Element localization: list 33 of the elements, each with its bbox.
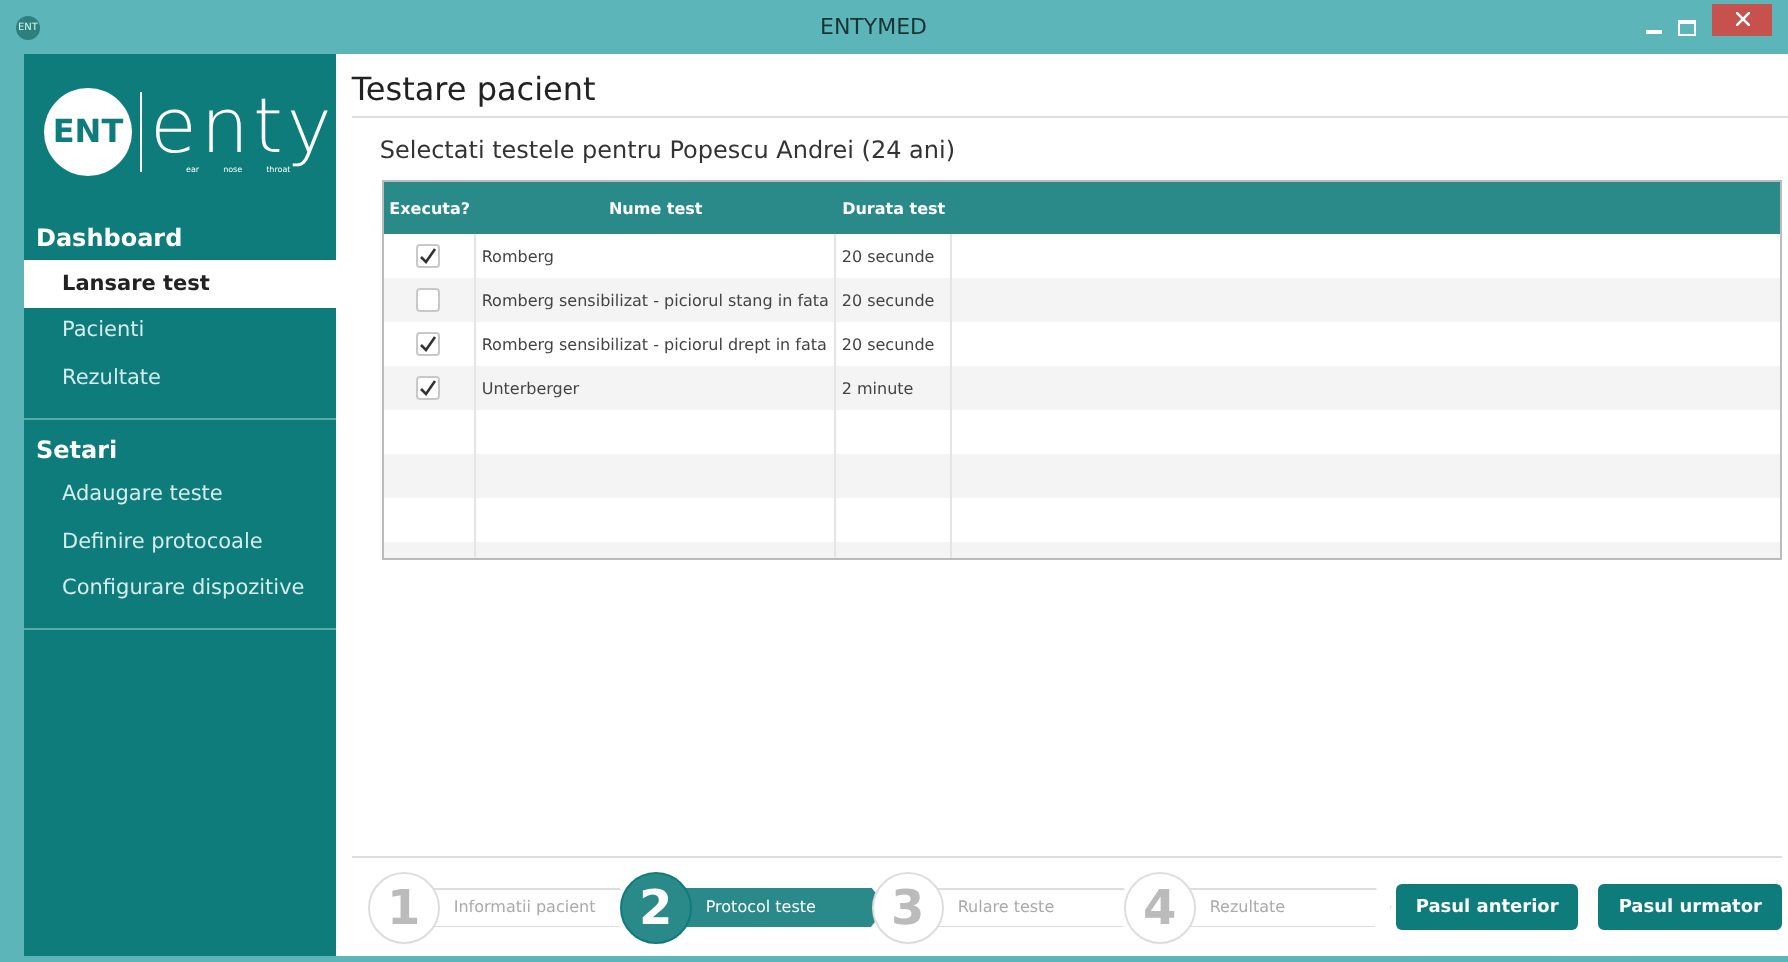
window-title: ENTYMED <box>820 14 928 40</box>
check-icon <box>418 334 439 354</box>
sidebar-item[interactable]: Rezultate <box>24 354 336 401</box>
column-header: Executa? <box>387 197 473 221</box>
previous-button[interactable]: Pasul anterior <box>1395 884 1579 930</box>
step-number: 1 <box>367 871 440 943</box>
logo-badge: ENT <box>44 87 132 175</box>
page-title: Testare pacient <box>351 70 1788 118</box>
checkbox[interactable] <box>416 332 441 356</box>
checkbox[interactable] <box>416 376 441 400</box>
logo-text: enty <box>150 88 336 164</box>
close-icon <box>1735 12 1749 26</box>
sidebar-item[interactable]: Lansare test <box>24 260 336 307</box>
sidebar-item[interactable]: Definire protocoale <box>24 518 336 565</box>
step-number: 3 <box>871 871 944 943</box>
minimize-button[interactable] <box>1646 29 1662 33</box>
column-header: Durata test <box>840 197 948 221</box>
checkbox[interactable] <box>416 288 441 312</box>
step-number: 4 <box>1123 871 1196 943</box>
maximize-button[interactable] <box>1678 19 1696 35</box>
next-button[interactable]: Pasul urmator <box>1598 884 1782 930</box>
column-header: Nume test <box>606 197 705 221</box>
sidebar-item[interactable]: Configurare dispozitive <box>24 565 336 612</box>
page-subtitle: Selectati testele pentru Popescu Andrei (24 ani) <box>377 134 958 168</box>
sidebar-item[interactable]: Pacienti <box>24 307 336 354</box>
step-number: 2 <box>619 871 692 943</box>
sidebar-section-title: Dashboard <box>34 222 185 256</box>
sidebar-item[interactable]: Adaugare teste <box>24 471 336 518</box>
check-icon <box>418 378 439 398</box>
close-button[interactable] <box>1712 3 1772 35</box>
sidebar-section-title: Setari <box>34 433 120 467</box>
check-icon <box>418 246 439 266</box>
checkbox[interactable] <box>416 244 441 268</box>
